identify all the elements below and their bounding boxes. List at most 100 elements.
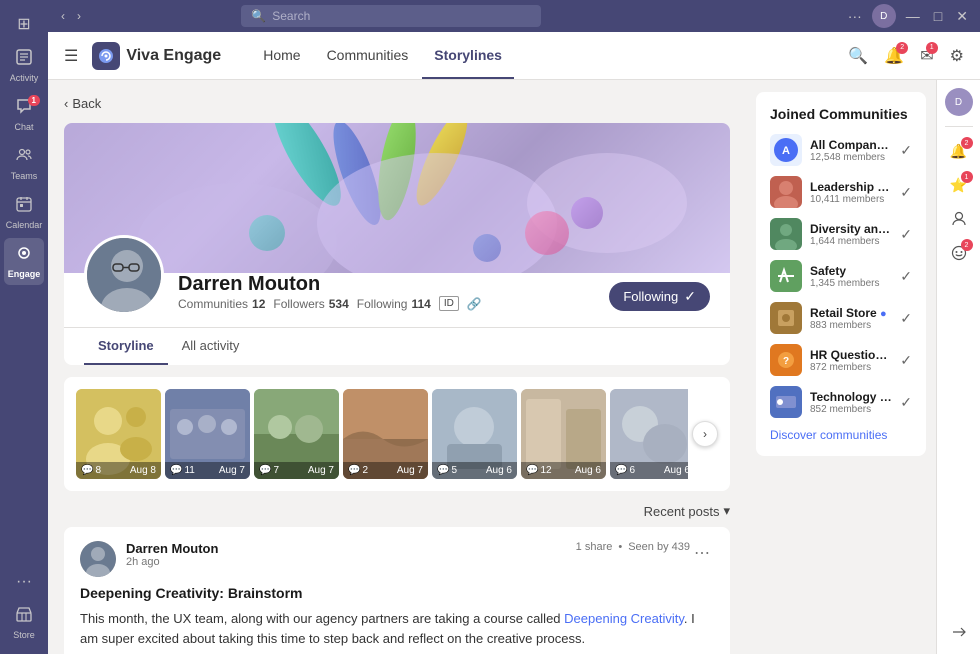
story-thumb-7[interactable]: 💬 6 Aug 6 bbox=[610, 389, 688, 479]
post-seen: • bbox=[618, 541, 622, 553]
profile-cover bbox=[64, 123, 730, 273]
settings-btn[interactable]: ⚙ bbox=[946, 42, 968, 70]
community-icon-2 bbox=[770, 218, 802, 250]
profile-name: Darren Mouton bbox=[178, 273, 609, 296]
notif-badge: 2 bbox=[896, 42, 908, 54]
community-icon-6 bbox=[770, 386, 802, 418]
nav-item-more[interactable]: ··· bbox=[4, 567, 44, 597]
message-btn[interactable]: ✉ 1 bbox=[916, 42, 937, 70]
stat-followers[interactable]: Followers 534 bbox=[273, 297, 348, 311]
community-item-0[interactable]: A All Company ● 12,548 members ✓ bbox=[770, 134, 912, 166]
verified-icon-4: ● bbox=[880, 308, 887, 320]
story-next-btn[interactable]: › bbox=[692, 421, 718, 447]
following-button[interactable]: Following ✓ bbox=[609, 282, 710, 311]
communities-title: Joined Communities bbox=[770, 106, 912, 122]
community-item-5[interactable]: ? HR Questions ● 872 members ✓ bbox=[770, 344, 912, 376]
rail-user-avatar[interactable]: D bbox=[945, 88, 973, 116]
recent-posts-btn[interactable]: Recent posts ▾ bbox=[644, 503, 730, 519]
nav-communities[interactable]: Communities bbox=[315, 33, 421, 79]
user-avatar-small[interactable]: D bbox=[872, 4, 896, 28]
community-name-2: Diversity and Belonging ● bbox=[810, 222, 892, 236]
profile-card: Darren Mouton Communities 12 Followers 5… bbox=[64, 123, 730, 365]
story-thumb-3[interactable]: 💬 7 Aug 7 bbox=[254, 389, 339, 479]
recent-posts-chevron-icon: ▾ bbox=[723, 503, 730, 519]
ellipsis-btn[interactable]: ··· bbox=[844, 6, 866, 26]
search-input[interactable] bbox=[272, 9, 531, 23]
engage-label: Engage bbox=[8, 269, 41, 279]
stat-link-btn[interactable]: 🔗 bbox=[467, 297, 482, 311]
following-label: Following bbox=[623, 289, 678, 304]
back-arrow-btn[interactable]: ‹ bbox=[56, 7, 70, 25]
search-btn-header[interactable]: 🔍 bbox=[844, 42, 872, 70]
profile-info-row: Darren Mouton Communities 12 Followers 5… bbox=[64, 273, 730, 327]
story-thumb-overlay-5: 💬 5 Aug 6 bbox=[432, 462, 517, 479]
community-check-2: ✓ bbox=[900, 226, 912, 243]
right-icon-rail: D 🔔 2 ⭐ 1 2 bbox=[936, 80, 980, 654]
community-members-1: 10,411 members bbox=[810, 194, 892, 205]
hamburger-btn[interactable]: ☰ bbox=[60, 42, 82, 70]
stat-id-btn[interactable]: ID bbox=[439, 296, 459, 311]
rail-arrow-btn[interactable] bbox=[945, 618, 973, 646]
story-thumb-6[interactable]: 💬 12 Aug 6 bbox=[521, 389, 606, 479]
store-label: Store bbox=[13, 630, 35, 640]
stat-communities[interactable]: Communities 12 bbox=[178, 297, 265, 311]
post-link-1[interactable]: Deepening Creativity bbox=[564, 611, 684, 626]
profile-actions: Following ✓ bbox=[609, 282, 710, 315]
stat-following[interactable]: Following 114 bbox=[357, 297, 431, 311]
rail-person-btn[interactable] bbox=[945, 205, 973, 233]
community-icon-4 bbox=[770, 302, 802, 334]
community-item-2[interactable]: Diversity and Belonging ● 1,644 members … bbox=[770, 218, 912, 250]
minimize-btn[interactable]: — bbox=[902, 6, 924, 26]
rail-reactions-btn[interactable]: 2 bbox=[945, 239, 973, 267]
rail-star-badge: 1 bbox=[961, 171, 973, 183]
nav-item-calendar[interactable]: Calendar bbox=[4, 189, 44, 236]
discover-communities-link[interactable]: Discover communities bbox=[770, 428, 912, 442]
community-icon-1 bbox=[770, 176, 802, 208]
nav-item-engage[interactable]: Engage bbox=[4, 238, 44, 285]
app-header: ☰ Viva Engage Home Communities Storyline… bbox=[48, 32, 980, 80]
back-button[interactable]: ‹ Back bbox=[64, 96, 101, 111]
main-content: ‹ Back bbox=[48, 80, 746, 654]
community-item-6[interactable]: Technology Tips and Ans... 852 members ✓ bbox=[770, 386, 912, 418]
story-thumb-4[interactable]: 💬 2 Aug 7 bbox=[343, 389, 428, 479]
engage-icon bbox=[15, 244, 33, 267]
story-thumb-5[interactable]: 💬 5 Aug 6 bbox=[432, 389, 517, 479]
recent-posts-label: Recent posts bbox=[644, 504, 720, 519]
rail-notif-badge: 2 bbox=[961, 137, 973, 149]
nav-item-teams[interactable]: Teams bbox=[4, 140, 44, 187]
story-thumb-2[interactable]: 💬 11 Aug 7 bbox=[165, 389, 250, 479]
nav-home[interactable]: Home bbox=[251, 33, 312, 79]
nav-item-store[interactable]: Store bbox=[4, 599, 44, 646]
story-thumb-1[interactable]: 💬 8 Aug 8 bbox=[76, 389, 161, 479]
community-info-2: Diversity and Belonging ● 1,644 members bbox=[810, 222, 892, 247]
comment-icon-6: 💬 bbox=[526, 465, 538, 476]
post-share: 1 share bbox=[576, 541, 613, 553]
community-item-3[interactable]: Safety 1,345 members ✓ bbox=[770, 260, 912, 292]
close-btn[interactable]: ✕ bbox=[952, 6, 972, 27]
rail-notification-btn[interactable]: 🔔 2 bbox=[945, 137, 973, 165]
tab-all-activity[interactable]: All activity bbox=[168, 328, 254, 365]
svg-text:A: A bbox=[782, 145, 790, 157]
comment-icon-7: 💬 bbox=[615, 465, 627, 476]
community-item-4[interactable]: Retail Store ● 883 members ✓ bbox=[770, 302, 912, 334]
tab-storyline[interactable]: Storyline bbox=[84, 328, 168, 365]
post-card: Darren Mouton 2h ago 1 share • Seen by 4… bbox=[64, 527, 730, 654]
community-check-1: ✓ bbox=[900, 184, 912, 201]
forward-arrow-btn[interactable]: › bbox=[72, 7, 86, 25]
community-item-1[interactable]: Leadership Connection ● 10,411 members ✓ bbox=[770, 176, 912, 208]
nav-item-waffle[interactable]: ⊞ bbox=[4, 8, 44, 40]
calendar-label: Calendar bbox=[6, 220, 43, 230]
notification-btn[interactable]: 🔔 2 bbox=[880, 42, 908, 70]
community-members-0: 12,548 members bbox=[810, 152, 892, 163]
community-icon-0: A bbox=[770, 134, 802, 166]
waffle-icon: ⊞ bbox=[17, 14, 30, 34]
story-thumb-overlay-6: 💬 12 Aug 6 bbox=[521, 462, 606, 479]
post-options-btn[interactable]: ⋯ bbox=[690, 541, 714, 565]
nav-storylines[interactable]: Storylines bbox=[422, 33, 514, 79]
maximize-btn[interactable]: □ bbox=[930, 6, 946, 26]
story-thumb-overlay-4: 💬 2 Aug 7 bbox=[343, 462, 428, 479]
profile-name-section: Darren Mouton Communities 12 Followers 5… bbox=[178, 273, 609, 315]
rail-star-btn[interactable]: ⭐ 1 bbox=[945, 171, 973, 199]
nav-item-activity[interactable]: Activity bbox=[4, 42, 44, 89]
nav-item-chat[interactable]: 1 Chat bbox=[4, 91, 44, 138]
